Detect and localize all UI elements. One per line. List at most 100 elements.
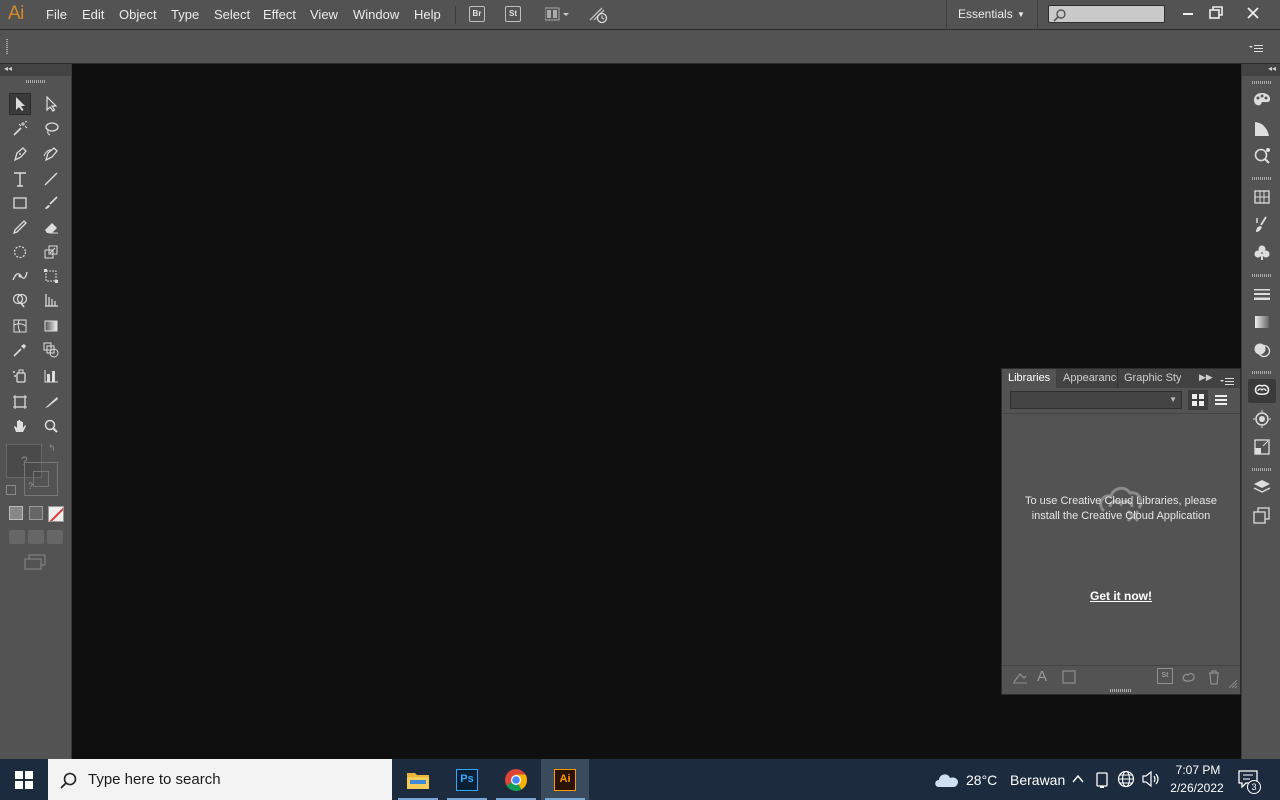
dock-grip[interactable] <box>1252 81 1272 84</box>
gpu-performance-icon[interactable] <box>588 6 610 29</box>
eraser-tool[interactable] <box>40 216 62 238</box>
color-themes-icon[interactable] <box>1252 146 1272 166</box>
tab-appearance[interactable]: Appearance <box>1057 369 1118 388</box>
menu-help[interactable]: Help <box>414 7 441 22</box>
gradient-tool[interactable] <box>40 315 62 337</box>
stock-search-icon[interactable]: St <box>1157 668 1173 684</box>
tab-graphic-styles[interactable]: Graphic Sty <box>1117 369 1181 388</box>
paintbrush-tool[interactable] <box>40 192 62 214</box>
tools-panel-grip[interactable] <box>26 80 46 83</box>
resize-grip-icon[interactable] <box>1228 676 1238 694</box>
close-button[interactable] <box>1238 2 1268 26</box>
stock-button[interactable]: St <box>505 6 521 22</box>
taskbar-photoshop[interactable]: Ps <box>443 759 491 800</box>
collapse-panel-icon[interactable]: ◂◂ <box>4 64 12 73</box>
color-mode-button[interactable] <box>9 506 23 520</box>
menu-edit[interactable]: Edit <box>82 7 104 22</box>
weather-condition[interactable]: Berawan <box>1010 772 1065 788</box>
draw-inside-icon[interactable] <box>47 530 63 544</box>
screen-mode-icon[interactable] <box>24 554 46 575</box>
taskbar-chrome[interactable] <box>492 759 540 800</box>
tab-libraries[interactable]: Libraries <box>1002 369 1056 388</box>
clock-date[interactable]: 2/26/2022 <box>1166 781 1228 795</box>
color-guide-icon[interactable] <box>1252 119 1272 139</box>
blend-tool[interactable] <box>40 339 62 361</box>
type-tool[interactable] <box>9 168 31 190</box>
pencil-tool[interactable] <box>9 216 31 238</box>
get-it-now-link[interactable]: Get it now! <box>1002 589 1240 603</box>
menu-window[interactable]: Window <box>353 7 399 22</box>
transparency-panel-icon[interactable] <box>1252 340 1272 360</box>
none-mode-button[interactable] <box>48 506 64 522</box>
expand-panels-icon[interactable]: ◂◂ <box>1268 64 1276 73</box>
slice-tool[interactable] <box>40 391 62 413</box>
lasso-tool[interactable] <box>40 118 62 140</box>
weather-temperature[interactable]: 28°C <box>966 772 997 788</box>
grid-view-button[interactable] <box>1188 390 1208 410</box>
help-search-input[interactable] <box>1048 5 1165 23</box>
perspective-grid-tool[interactable] <box>40 289 62 311</box>
list-view-button[interactable] <box>1211 390 1231 410</box>
magic-wand-tool[interactable] <box>9 118 31 140</box>
width-tool[interactable] <box>9 265 31 287</box>
network-globe-icon[interactable] <box>1117 770 1135 793</box>
dock-grip[interactable] <box>1252 274 1272 277</box>
stroke-panel-icon[interactable] <box>1252 284 1272 304</box>
shape-builder-tool[interactable] <box>9 289 31 311</box>
chevron-down-icon[interactable]: ▼ <box>1017 10 1025 19</box>
column-graph-tool[interactable] <box>40 365 62 387</box>
draw-normal-icon[interactable] <box>9 530 25 544</box>
libraries-panel-icon[interactable] <box>1248 379 1276 403</box>
menu-type[interactable]: Type <box>171 7 199 22</box>
cloud-sync-icon[interactable] <box>1181 669 1197 685</box>
brushes-panel-icon[interactable] <box>1252 215 1272 235</box>
scale-tool[interactable] <box>40 241 62 263</box>
gradient-mode-button[interactable] <box>29 506 43 520</box>
clock-time[interactable]: 7:07 PM <box>1174 763 1222 777</box>
free-transform-tool[interactable] <box>40 265 62 287</box>
start-button[interactable] <box>0 759 48 800</box>
trash-icon[interactable] <box>1206 669 1222 685</box>
control-bar-menu-icon[interactable] <box>1249 41 1263 59</box>
bridge-button[interactable]: Br <box>469 6 485 22</box>
gradient-panel-icon[interactable] <box>1252 312 1272 332</box>
taskbar-file-explorer[interactable] <box>394 759 442 800</box>
add-fill-color-icon[interactable] <box>1061 669 1077 685</box>
restore-button[interactable] <box>1201 2 1231 26</box>
rotate-tool[interactable] <box>9 241 31 263</box>
line-segment-tool[interactable] <box>40 168 62 190</box>
dock-grip[interactable] <box>1252 468 1272 471</box>
mesh-tool[interactable] <box>9 315 31 337</box>
stroke-swatch[interactable]: ? <box>24 462 58 496</box>
curvature-tool[interactable] <box>40 143 62 165</box>
layers-panel-icon[interactable] <box>1252 477 1272 497</box>
dock-grip[interactable] <box>1252 371 1272 374</box>
color-panel-icon[interactable] <box>1252 90 1272 110</box>
weather-cloud-icon[interactable] <box>934 771 960 794</box>
appearance-panel-icon[interactable] <box>1252 409 1272 429</box>
eyedropper-tool[interactable] <box>9 339 31 361</box>
direct-selection-tool[interactable] <box>40 93 62 115</box>
artboards-panel-icon[interactable] <box>1252 505 1272 525</box>
default-fill-stroke-icon[interactable] <box>6 485 16 495</box>
add-character-style-icon[interactable]: A <box>1037 669 1053 685</box>
minimize-button[interactable] <box>1173 2 1203 26</box>
graphic-styles-panel-icon[interactable] <box>1252 437 1272 457</box>
swap-fill-stroke-icon[interactable]: ↰ <box>48 443 56 454</box>
taskbar-search-box[interactable]: Type here to search <box>48 759 392 800</box>
more-tabs-icon[interactable]: ▶▶ <box>1199 372 1213 383</box>
add-graphic-icon[interactable] <box>1012 669 1028 685</box>
panel-resize-grip[interactable] <box>1110 689 1132 692</box>
control-bar-grip[interactable] <box>6 39 8 55</box>
symbols-panel-icon[interactable] <box>1252 243 1272 263</box>
rectangle-tool[interactable] <box>9 192 31 214</box>
menu-view[interactable]: View <box>310 7 338 22</box>
menu-select[interactable]: Select <box>214 7 250 22</box>
draw-behind-icon[interactable] <box>28 530 44 544</box>
workspace-switcher[interactable]: Essentials <box>958 7 1013 21</box>
artboard-tool[interactable] <box>9 391 31 413</box>
dock-grip[interactable] <box>1252 177 1272 180</box>
pen-tool[interactable] <box>9 143 31 165</box>
symbol-sprayer-tool[interactable] <box>9 365 31 387</box>
device-icon[interactable] <box>1095 771 1109 794</box>
